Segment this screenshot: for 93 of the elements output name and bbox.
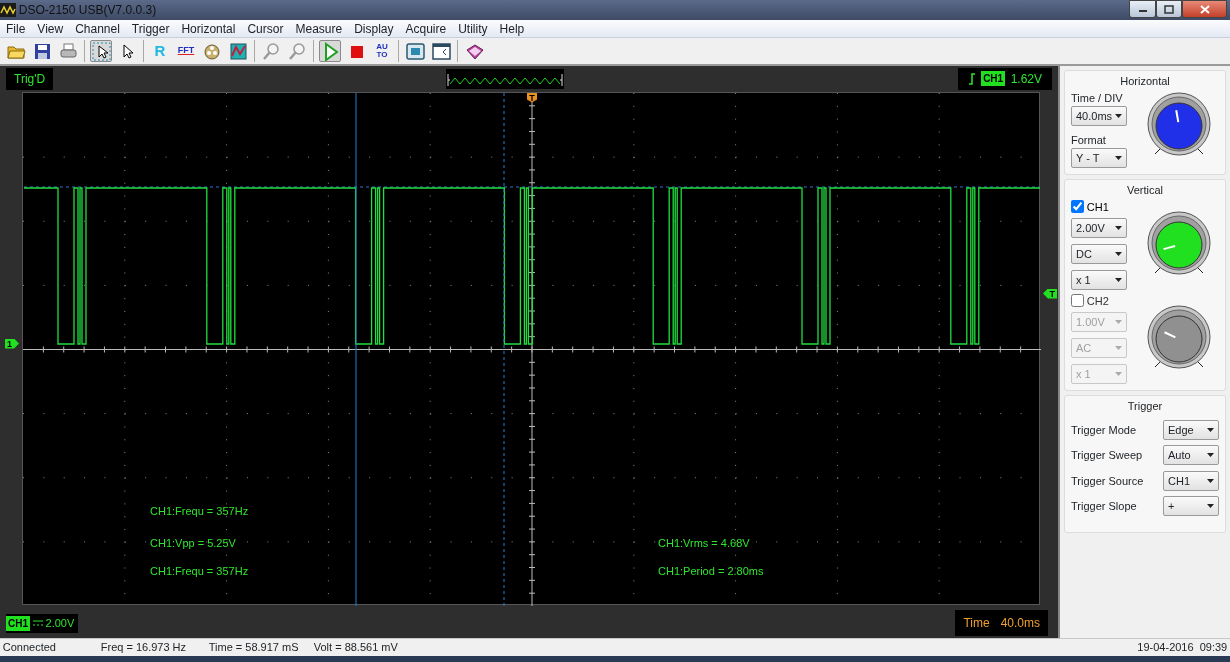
time-base-knob[interactable] bbox=[1147, 92, 1211, 155]
film-reel-icon bbox=[202, 41, 222, 61]
toolbar-button[interactable]: AUTO bbox=[371, 40, 393, 62]
channel-tag: CH1 bbox=[6, 615, 30, 631]
measurement-readout: CH1:Vrms = 4.68V bbox=[658, 535, 750, 551]
menu-item[interactable]: Trigger bbox=[125, 20, 176, 37]
caret-icon bbox=[1115, 371, 1122, 376]
dropdown[interactable]: 2.00V bbox=[1071, 217, 1127, 238]
caret-icon bbox=[1207, 478, 1214, 483]
caret-icon bbox=[1115, 277, 1122, 282]
group-title: Vertical bbox=[1125, 183, 1165, 198]
window-title: DSO-2150 USB(V7.0.0.3) bbox=[18, 2, 157, 19]
menu-item[interactable]: Cursor bbox=[241, 20, 290, 37]
rising-edge-icon bbox=[967, 71, 976, 86]
toolbar-button[interactable] bbox=[227, 40, 249, 62]
maximize-button[interactable] bbox=[1156, 0, 1182, 18]
voltage-readout: Volt = 88.561 mV bbox=[313, 640, 398, 656]
channel-name[interactable]: CH2 bbox=[1086, 292, 1109, 309]
field-label: Format bbox=[1071, 132, 1107, 148]
measurement-readout: CH1:Vpp = 5.25V bbox=[150, 535, 236, 551]
menu-item[interactable]: Help bbox=[493, 20, 531, 37]
volts-knob[interactable] bbox=[1147, 305, 1211, 369]
caret-icon bbox=[1115, 156, 1122, 160]
channel-name[interactable]: CH1 bbox=[1086, 198, 1109, 215]
time-scale: 40.0ms bbox=[1000, 615, 1040, 633]
channel-tag: CH1 bbox=[981, 71, 1006, 87]
field-label: Time / DIV bbox=[1071, 90, 1124, 106]
magnifier-icon bbox=[287, 41, 307, 61]
field-label: Trigger Source bbox=[1071, 473, 1144, 489]
date-time: 19-04-2016 09:39 bbox=[1137, 640, 1228, 656]
toolbar-button[interactable]: FFT bbox=[175, 40, 197, 62]
trigger-level-marker: T bbox=[1043, 288, 1057, 299]
floppy-icon bbox=[32, 41, 52, 61]
menu-item[interactable]: Channel bbox=[69, 20, 126, 37]
frequency-readout: Freq = 16.973 Hz bbox=[100, 640, 188, 656]
menu-item[interactable]: Display bbox=[348, 20, 400, 37]
dropdown[interactable]: DC bbox=[1071, 243, 1127, 264]
dc-coupling-icon bbox=[32, 619, 43, 628]
dropdown[interactable]: x 1 bbox=[1071, 269, 1127, 290]
channel-scale: 2.00V bbox=[45, 616, 75, 631]
close-button[interactable] bbox=[1182, 0, 1227, 18]
app-logo-icon bbox=[0, 3, 16, 17]
close-icon bbox=[1199, 4, 1210, 14]
caret-icon bbox=[1115, 319, 1122, 324]
menu-item[interactable]: Measure bbox=[289, 20, 349, 37]
channel-checkbox[interactable] bbox=[1071, 200, 1084, 214]
cursor-line[interactable] bbox=[355, 92, 357, 606]
dropdown[interactable]: 40.0ms bbox=[1071, 106, 1127, 126]
measurement-readout: CH1:Frequ = 357Hz bbox=[150, 563, 249, 579]
caret-icon bbox=[1207, 427, 1214, 432]
dropdown[interactable]: + bbox=[1163, 496, 1219, 517]
field-label: Trigger Sweep bbox=[1071, 448, 1143, 463]
time-readout: Time = 58.917 mS bbox=[208, 640, 300, 656]
window-panel-icon bbox=[431, 41, 451, 61]
maximize-icon bbox=[1164, 4, 1174, 14]
menu-item[interactable]: Acquire bbox=[399, 20, 453, 37]
measurement-readout: CH1:Period = 2.80ms bbox=[658, 563, 764, 579]
menu-item[interactable]: File bbox=[0, 20, 32, 37]
chart-icon bbox=[228, 41, 248, 61]
caret-icon bbox=[1207, 453, 1214, 458]
menu-item[interactable]: Utility bbox=[452, 20, 494, 37]
field-label: Trigger Mode bbox=[1071, 422, 1136, 438]
toolbar-button[interactable] bbox=[90, 40, 112, 62]
group-title: Trigger bbox=[1126, 398, 1164, 414]
menu-item[interactable]: Horizontal bbox=[175, 20, 242, 37]
minimize-button[interactable] bbox=[1129, 0, 1156, 18]
dropdown[interactable]: Edge bbox=[1163, 419, 1219, 440]
field-label: Trigger Slope bbox=[1071, 499, 1137, 514]
toolbar-button[interactable] bbox=[430, 40, 452, 62]
trigger-status: Trig'D bbox=[6, 67, 54, 90]
dropdown[interactable]: Auto bbox=[1163, 445, 1219, 466]
time-label: Time bbox=[963, 615, 990, 633]
caret-icon bbox=[1115, 114, 1122, 118]
magnifier-icon bbox=[261, 41, 281, 61]
menu-item[interactable]: View bbox=[31, 20, 70, 37]
fit-screen-icon bbox=[405, 41, 425, 61]
caret-icon bbox=[1115, 345, 1122, 350]
caret-icon bbox=[1115, 225, 1122, 230]
volts-knob[interactable] bbox=[1147, 211, 1211, 275]
group-title: Horizontal bbox=[1119, 74, 1171, 89]
trigger-level: 1.62V bbox=[1010, 70, 1042, 88]
ground-level-marker: 1 bbox=[5, 338, 19, 349]
channel-checkbox[interactable] bbox=[1071, 294, 1084, 308]
dashed-cursor-line[interactable] bbox=[503, 92, 505, 606]
printer-icon bbox=[58, 41, 78, 61]
dropdown[interactable]: CH1 bbox=[1163, 470, 1219, 491]
caret-icon bbox=[1115, 251, 1122, 256]
caret-icon bbox=[1207, 504, 1214, 509]
trigger-position-marker: T bbox=[527, 92, 537, 103]
connection-status: Connected bbox=[2, 640, 57, 656]
cursor-icon bbox=[91, 41, 111, 61]
measurement-readout: CH1:Frequ = 357Hz bbox=[150, 503, 249, 519]
dropdown[interactable]: Y - T bbox=[1071, 148, 1127, 168]
